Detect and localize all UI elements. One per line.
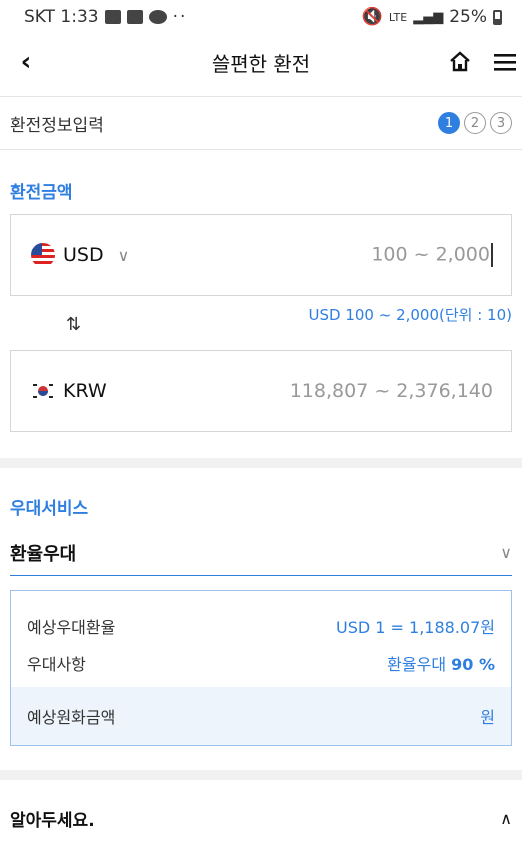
home-button[interactable] [442,44,478,80]
menu-button[interactable] [490,44,520,80]
step-2: 2 [464,112,486,134]
app-icon [126,10,143,24]
status-bar: SKT 1:33 ·· 🔇 LTE ▂▄▆ 25% [0,0,522,34]
from-currency-code[interactable]: USD [63,244,104,266]
from-currency-box: USD ∨ 100 ~ 2,000 [10,214,512,296]
step-1: 1 [438,112,460,134]
exchange-amount-title: 환전금액 [10,183,73,203]
home-icon [450,51,470,72]
top-nav: ‹ 쓸편한 환전 [0,34,522,90]
notice-title: 알아두세요. [10,811,95,831]
step-3: 3 [490,112,512,134]
step-indicator: 환전정보입력 1 2 3 [0,96,522,150]
hamburger-icon [494,54,516,71]
to-amount-value: 118,807 ~ 2,376,140 [289,380,493,402]
info-row-rate: 예상우대환율 USD 1 = 1,188.07원 [11,591,511,643]
chevron-up-icon[interactable]: ∧ [500,809,512,828]
chevron-down-icon[interactable]: ∨ [118,246,130,265]
lte-label: LTE [388,10,408,24]
to-currency-code: KRW [63,380,107,402]
section-divider [0,770,522,780]
swap-icon[interactable]: ⇅ [66,314,81,335]
to-currency-box: KRW 118,807 ~ 2,376,140 [10,350,512,432]
us-flag-icon [31,243,55,267]
chevron-down-icon: ∨ [500,543,512,562]
notice-header[interactable]: 알아두세요. ∧ [10,806,512,831]
info-label: 우대사항 [27,655,86,674]
info-value: 원 [480,708,495,727]
info-value: 환율우대 90 % [387,655,495,674]
benefit-select[interactable]: 환율우대 ∨ [10,530,512,576]
talk-icon [148,10,167,24]
benefit-select-value: 환율우대 [10,543,77,565]
benefit-info-box: 예상우대환율 USD 1 = 1,188.07원 우대사항 환율우대 90 % … [10,590,512,746]
info-label: 예상원화금액 [27,708,116,727]
info-row-benefit: 우대사항 환율우대 90 % [11,643,511,683]
info-label: 예상우대환율 [27,618,116,637]
gallery-icon [104,10,121,24]
carrier-time: SKT 1:33 [24,7,99,27]
info-row-krw-amount: 예상원화금액 원 [11,687,511,745]
more-notifications: ·· [172,7,188,27]
signal-icon: ▂▄▆ [413,9,444,25]
info-value: USD 1 = 1,188.07원 [335,618,495,637]
section-divider [0,458,522,468]
step-label: 환전정보입력 [10,115,104,136]
amount-range-note: USD 100 ~ 2,000(단위 : 10) [308,306,512,324]
battery-percent: 25% [449,7,487,27]
mute-icon: 🔇 [361,7,383,27]
from-amount-input[interactable]: 100 ~ 2,000 [371,243,493,267]
benefit-service-title: 우대서비스 [10,499,89,519]
kr-flag-icon [31,379,55,403]
back-button[interactable]: ‹ [8,44,44,80]
battery-icon [493,9,502,25]
